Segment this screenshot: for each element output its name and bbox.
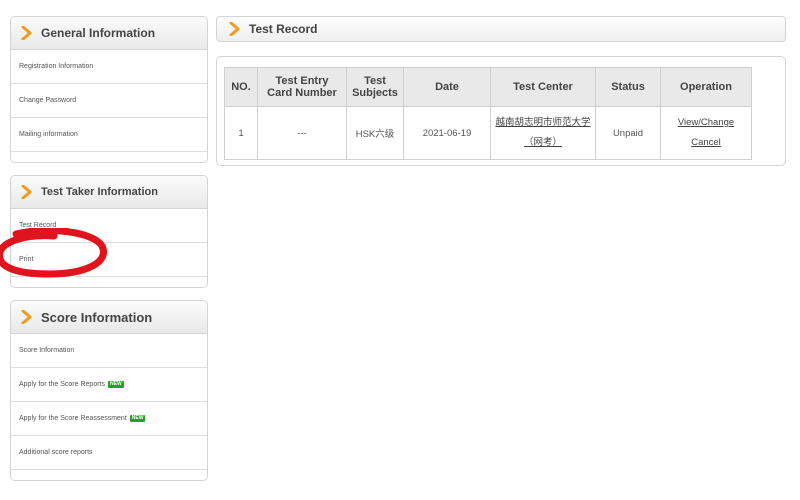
new-badge: NEW [129,415,146,422]
column-header-no: NO. [224,67,258,107]
column-header-test-center: Test Center [490,67,596,107]
cell-test-center: 越南胡志明市师范大学 （网考） [490,106,596,160]
chevron-right-icon [21,26,33,40]
general-information-header: General Information [11,17,207,50]
cell-subject: HSK六级 [346,106,404,160]
sidebar-item-score-information[interactable]: Score Information [11,334,207,368]
sidebar-item-label: Apply for the Score Reassessment [19,415,127,422]
cell-status: Unpaid [595,106,661,160]
sidebar-item-print[interactable]: Print [11,243,207,277]
test-record-table: NO. Test Entry Card Number Test Subjects… [224,67,752,160]
test-record-panel: NO. Test Entry Card Number Test Subjects… [216,56,786,166]
score-information-header: Score Information [11,301,207,334]
panel-footer [11,470,207,480]
column-header-operation: Operation [660,67,752,107]
sidebar-item-label: Apply for the Score Reports [19,381,105,388]
test-center-link[interactable]: 越南胡志明市师范大学 [495,113,591,133]
column-header-status: Status [595,67,661,107]
page-title: Test Record [249,22,318,36]
table-row: 1 --- HSK六级 2021-06-19 越南胡志明市师范大学 （网考） U… [224,106,752,160]
sidebar-item-apply-score-reports[interactable]: Apply for the Score Reports NEW [11,368,207,402]
sidebar-item-mailing-information[interactable]: Mailing information [11,118,207,152]
test-taker-information-panel: Test Taker Information Test Record Print [10,175,208,288]
cell-date: 2021-06-19 [403,106,491,160]
panel-footer [11,277,207,287]
table-header-row: NO. Test Entry Card Number Test Subjects… [224,67,752,107]
test-center-link-suffix[interactable]: （网考） [495,133,591,153]
score-information-title: Score Information [41,309,153,325]
sidebar-item-change-password[interactable]: Change Password [11,84,207,118]
column-header-card-number: Test Entry Card Number [257,67,347,107]
cell-no: 1 [224,106,258,160]
score-information-panel: Score Information Score Information Appl… [10,300,208,481]
new-badge: NEW [108,381,124,388]
chevron-right-icon [21,310,33,324]
test-taker-information-header: Test Taker Information [11,176,207,209]
sidebar-item-registration-information[interactable]: Registration Information [11,50,207,84]
sidebar-item-label: Additional score reports [19,449,93,456]
test-taker-information-title: Test Taker Information [41,186,158,198]
sidebar-item-test-record[interactable]: Test Record [11,209,207,243]
cancel-link[interactable]: Cancel [665,133,747,153]
sidebar-item-additional-score-reports[interactable]: Additional score reports [11,436,207,470]
sidebar-item-apply-score-reassessment[interactable]: Apply for the Score Reassessment NEW [11,402,207,436]
general-information-panel: General Information Registration Informa… [10,16,208,163]
sidebar-item-label: Score Information [19,347,75,354]
column-header-subjects: Test Subjects [346,67,404,107]
chevron-right-icon [229,22,241,36]
column-header-date: Date [403,67,491,107]
cell-operation: View/Change Cancel [660,106,752,160]
general-information-title: General Information [41,26,156,40]
chevron-right-icon [21,185,33,199]
view-change-link[interactable]: View/Change [665,113,747,133]
test-record-header: Test Record [216,16,786,42]
cell-card-number: --- [257,106,347,160]
panel-footer [11,152,207,162]
